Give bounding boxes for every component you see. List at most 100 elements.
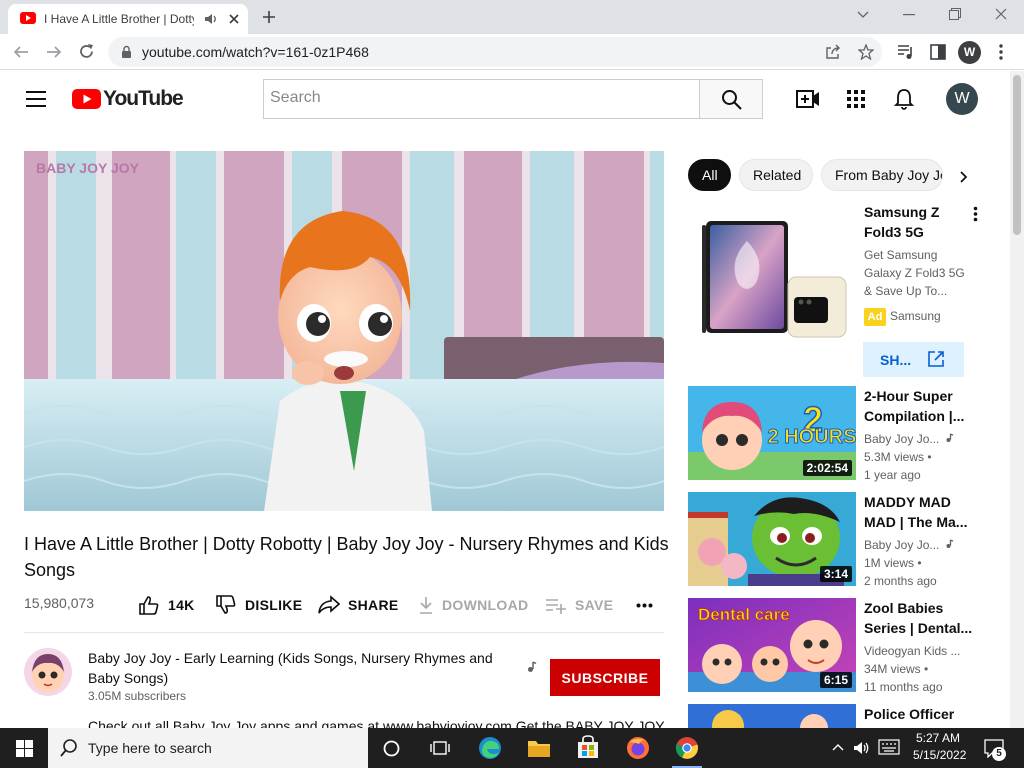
save-label: SAVE xyxy=(575,597,614,613)
share-button[interactable]: SHARE xyxy=(318,594,399,616)
channel-avatar[interactable] xyxy=(24,648,72,696)
ad-shop-button[interactable]: SH... xyxy=(863,342,964,377)
download-button[interactable]: DOWNLOAD xyxy=(418,594,528,616)
ad-title[interactable]: Samsung Z Fold3 5G xyxy=(864,202,964,242)
page-scrollbar[interactable] xyxy=(1010,71,1024,728)
rec-title[interactable]: MADDY MAD MAD | The Ma... xyxy=(864,492,974,532)
profile-avatar[interactable]: W xyxy=(958,41,981,64)
youtube-header: YouTube W xyxy=(0,71,1010,127)
window-close-icon[interactable] xyxy=(995,8,1007,20)
address-bar[interactable]: youtube.com/watch?v=161-0z1P468 xyxy=(108,37,882,67)
youtube-wordmark[interactable]: YouTube xyxy=(103,87,184,111)
search-button[interactable] xyxy=(699,79,763,119)
microsoft-store-icon[interactable] xyxy=(577,735,599,759)
download-icon xyxy=(420,597,432,614)
subscribe-button[interactable]: SUBSCRIBE xyxy=(550,659,660,696)
taskbar-search-box[interactable]: Type here to search xyxy=(48,728,368,768)
chrome-icon[interactable] xyxy=(675,736,699,760)
ad-description: Get Samsung Galaxy Z Fold3 5G & Save Up … xyxy=(864,248,965,298)
forward-arrow-icon[interactable] xyxy=(46,44,62,60)
external-link-icon xyxy=(928,351,944,367)
more-actions-icon[interactable] xyxy=(636,603,653,608)
save-playlist-icon xyxy=(546,599,566,614)
info-divider xyxy=(24,632,664,633)
rec-title[interactable]: Police Officer xyxy=(864,704,974,728)
chip-related[interactable]: Related xyxy=(739,159,813,191)
rec-thumbnail[interactable]: 3:14 xyxy=(688,492,856,586)
rec-channel[interactable]: Baby Joy Jo... xyxy=(864,430,944,448)
speaker-icon[interactable] xyxy=(204,12,218,26)
rec-thumbnail[interactable]: 2 2 HOURS 2:02:54 xyxy=(688,386,856,480)
tab-search-chevron-icon[interactable] xyxy=(857,10,869,20)
rec-thumb-art xyxy=(688,704,856,728)
create-video-icon[interactable] xyxy=(796,89,820,109)
video-duration: 6:15 xyxy=(819,672,852,688)
back-arrow-icon[interactable] xyxy=(13,44,29,60)
share-label: SHARE xyxy=(348,597,399,613)
rec-channel[interactable]: Videogyan Kids ... xyxy=(864,642,974,660)
edge-browser-icon[interactable] xyxy=(478,736,502,760)
video-duration: 3:14 xyxy=(819,566,852,582)
new-tab-icon[interactable] xyxy=(262,10,276,24)
reload-icon[interactable] xyxy=(78,43,95,60)
ad-advertiser: Samsung xyxy=(890,309,941,323)
account-avatar[interactable]: W xyxy=(946,83,978,115)
search-box[interactable] xyxy=(263,79,700,119)
ad-more-icon[interactable] xyxy=(973,206,978,222)
show-hidden-icons-chevron-icon[interactable] xyxy=(832,743,844,751)
minimize-icon[interactable] xyxy=(903,14,915,16)
ad-badge: Ad xyxy=(864,308,886,326)
taskbar-search-placeholder: Type here to search xyxy=(88,740,212,756)
file-explorer-icon[interactable] xyxy=(527,737,551,758)
channel-name[interactable]: Baby Joy Joy - Early Learning (Kids Song… xyxy=(88,648,508,688)
rec-thumbnail[interactable] xyxy=(688,704,856,728)
chip-from-baby-joy-joy[interactable]: From Baby Joy Joy xyxy=(821,159,943,191)
tab-close-icon[interactable] xyxy=(228,13,240,25)
restore-icon[interactable] xyxy=(949,8,961,20)
scrollbar-thumb[interactable] xyxy=(1013,75,1021,235)
music-note-icon xyxy=(528,661,537,672)
youtube-logo-icon[interactable] xyxy=(72,89,101,109)
media-control-icon[interactable] xyxy=(897,44,915,60)
keyboard-ime-icon[interactable] xyxy=(878,739,900,757)
rec-age: 1 year ago xyxy=(864,468,921,482)
hamburger-menu-icon[interactable] xyxy=(26,91,46,107)
chips-next-chevron-icon[interactable] xyxy=(959,170,968,184)
taskbar-date[interactable]: 5/15/2022 xyxy=(913,748,966,762)
windows-taskbar: Type here to search 5:27 AM 5/15/2022 5 xyxy=(0,728,1024,768)
task-view-icon[interactable] xyxy=(430,740,450,756)
firefox-icon[interactable] xyxy=(626,736,650,760)
windows-start-icon[interactable] xyxy=(16,740,33,757)
volume-icon[interactable] xyxy=(853,740,871,756)
share-page-icon[interactable] xyxy=(825,44,841,60)
phone-product-image xyxy=(702,221,847,338)
rec-title[interactable]: Zool Babies Series | Dental... xyxy=(864,598,974,638)
rec-channel[interactable]: Baby Joy Jo... xyxy=(864,536,944,554)
save-button[interactable]: SAVE xyxy=(545,594,613,616)
rec-title[interactable]: 2-Hour Super Compilation |... xyxy=(864,386,974,426)
browser-menu-icon[interactable] xyxy=(999,44,1003,60)
like-button[interactable]: 14K xyxy=(138,594,195,616)
video-title: I Have A Little Brother | Dotty Robotty … xyxy=(24,534,669,580)
taskbar-search-icon xyxy=(60,739,77,757)
cortana-icon[interactable] xyxy=(383,740,400,757)
video-player[interactable]: BABY JOY JOY xyxy=(24,151,664,511)
video-watermark: BABY JOY JOY xyxy=(36,160,140,176)
thumbs-down-icon xyxy=(216,595,236,614)
bookmark-star-icon[interactable] xyxy=(858,44,874,60)
music-note-icon xyxy=(946,433,954,442)
search-input[interactable] xyxy=(270,80,670,116)
chip-all[interactable]: All xyxy=(688,159,731,191)
notifications-bell-icon[interactable] xyxy=(894,88,914,110)
dislike-button[interactable]: DISLIKE xyxy=(215,594,302,616)
apps-grid-icon[interactable] xyxy=(847,90,865,108)
ad-thumbnail[interactable] xyxy=(688,201,856,371)
taskbar-time[interactable]: 5:27 AM xyxy=(916,731,960,745)
browser-tab[interactable]: I Have A Little Brother | Dotty xyxy=(8,4,248,34)
rec-thumbnail[interactable]: Dental care 6:15 xyxy=(688,598,856,692)
url-text: youtube.com/watch?v=161-0z1P468 xyxy=(142,44,369,60)
ad-shop-label: SH... xyxy=(880,352,912,368)
browser-toolbar: youtube.com/watch?v=161-0z1P468 W xyxy=(0,34,1024,70)
tab-title: I Have A Little Brother | Dotty xyxy=(44,12,194,26)
side-panel-icon[interactable] xyxy=(930,44,946,60)
